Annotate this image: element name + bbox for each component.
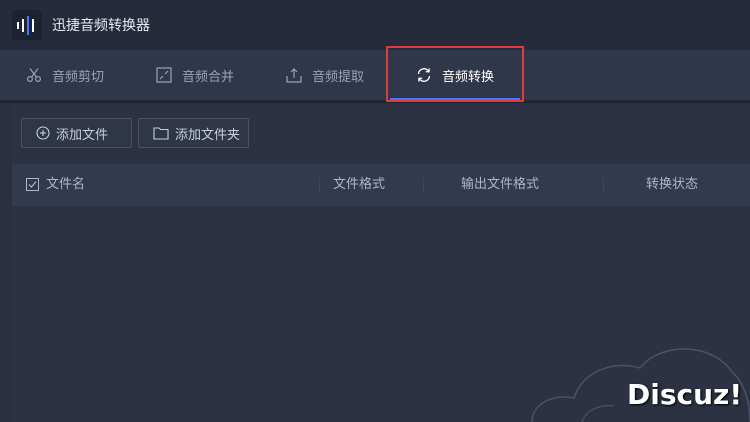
- column-header-file-format: 文件格式: [333, 177, 386, 192]
- app-logo-icon: [12, 10, 42, 40]
- tab-audio-cut[interactable]: 音频剪切: [26, 50, 104, 100]
- watermark-text: Discuz!: [627, 378, 743, 411]
- tab-audio-merge[interactable]: 音频合并: [156, 50, 234, 100]
- file-list-panel: 添加文件 添加文件夹 文件名 文件格式 输出文件格式 转换状态: [12, 106, 750, 422]
- tab-bar-divider: [0, 100, 750, 103]
- tab-label: 音频提取: [312, 69, 365, 85]
- column-header-status: 转换状态: [646, 177, 699, 192]
- add-folder-button[interactable]: 添加文件夹: [138, 118, 249, 148]
- highlight-box: [386, 46, 524, 102]
- table-header: 文件名 文件格式 输出文件格式 转换状态: [12, 164, 750, 206]
- plus-circle-icon: [36, 126, 50, 140]
- tab-audio-extract[interactable]: 音频提取: [286, 50, 364, 100]
- column-divider: [423, 178, 424, 192]
- column-divider: [319, 178, 320, 192]
- column-divider: [603, 178, 604, 192]
- tab-label: 音频剪切: [52, 69, 105, 85]
- column-header-filename: 文件名: [46, 177, 86, 192]
- title-bar: 迅捷音频转换器: [0, 0, 750, 50]
- app-title: 迅捷音频转换器: [52, 18, 150, 34]
- column-header-output-format: 输出文件格式: [461, 177, 540, 192]
- scissors-icon: [26, 68, 42, 83]
- folder-icon: [153, 127, 169, 140]
- tab-bar: 音频剪切 音频合并 音频提取 音频转换: [0, 50, 750, 100]
- tab-label: 音频合并: [182, 69, 235, 85]
- merge-icon: [156, 67, 172, 83]
- add-file-button[interactable]: 添加文件: [21, 118, 132, 148]
- add-file-label: 添加文件: [56, 127, 109, 143]
- select-all-checkbox[interactable]: [26, 178, 39, 191]
- extract-icon: [286, 68, 302, 83]
- add-folder-label: 添加文件夹: [175, 127, 241, 143]
